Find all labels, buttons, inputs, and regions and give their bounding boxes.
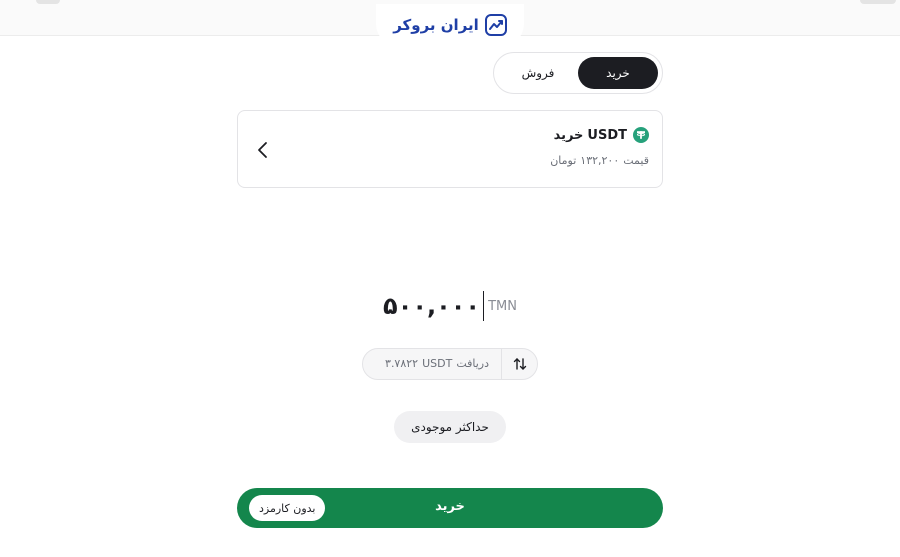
receive-label: دریافت [456,357,489,370]
brand-logo[interactable]: ایران بروکر [376,4,524,46]
asset-action-label: خرید [553,127,584,143]
chevron-left-icon [256,139,270,161]
asset-title-row: خرید USDT [554,127,649,143]
price-value: ۱۳۲,۲۰۰ [580,154,620,167]
trade-type-toggle: خرید فروش [493,52,663,94]
amount-unit: TMN [488,298,517,314]
topbar-left-item[interactable] [36,0,60,4]
tab-sell[interactable]: فروش [498,57,578,89]
brand-chart-icon [484,14,507,36]
brand-name: ایران بروکر [393,16,479,34]
swap-arrows-icon[interactable] [501,349,537,379]
asset-symbol: USDT [587,127,627,143]
max-balance-button[interactable]: حداکثر موجودی [394,411,506,443]
text-caret [483,291,485,321]
asset-selector-card[interactable]: خرید USDT قیمت ۱۳۲,۲۰۰ تومان [237,110,663,188]
price-unit: تومان [550,154,577,167]
amount-input[interactable]: ۵۰۰,۰۰۰ TMN [250,288,650,324]
topbar-right-item[interactable] [860,0,896,4]
receive-symbol: USDT [422,357,453,370]
asset-price: قیمت ۱۳۲,۲۰۰ تومان [550,154,649,167]
tab-buy[interactable]: خرید [578,57,658,89]
receive-text: دریافت USDT ۳.۷۸۲۲ [385,357,489,370]
tether-icon [633,127,649,143]
no-fee-badge: بدون کارمزد [249,495,326,521]
receive-value: ۳.۷۸۲۲ [385,357,419,370]
amount-value: ۵۰۰,۰۰۰ [383,292,481,320]
receive-estimate: دریافت USDT ۳.۷۸۲۲ [362,348,538,380]
buy-submit-button[interactable]: خرید بدون کارمزد [237,488,663,528]
price-label: قیمت [623,154,649,167]
